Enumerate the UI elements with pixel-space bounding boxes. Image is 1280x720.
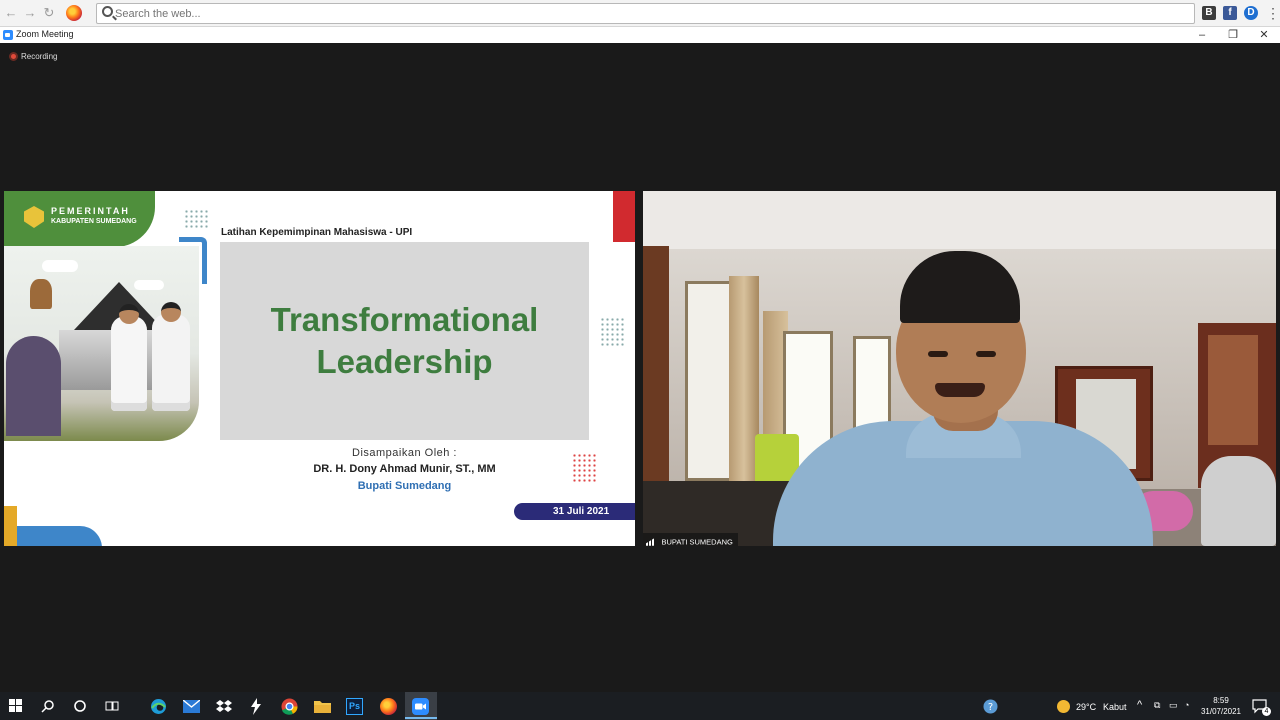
emblem-icon: [24, 206, 44, 228]
show-hidden-icons-chevron-icon[interactable]: ^: [1137, 699, 1142, 711]
photoshop-icon[interactable]: Ps: [346, 698, 363, 715]
decorative-blue-shape: [17, 526, 102, 546]
d-extension-icon[interactable]: D: [1244, 6, 1258, 20]
dropbox-icon[interactable]: [216, 699, 232, 714]
decorative-red-bar: [613, 191, 635, 242]
zoom-app-icon: [3, 30, 13, 40]
government-header: PEMERINTAH KABUPATEN SUMEDANG: [4, 191, 155, 247]
presented-by-label: Disampaikan Oleh :: [352, 447, 457, 459]
window-title: Zoom Meeting: [16, 29, 74, 39]
facebook-icon[interactable]: f: [1223, 6, 1237, 20]
back-arrow-icon[interactable]: ←: [4, 5, 18, 21]
participant-name-tag: BUPATI SUMEDANG: [643, 533, 738, 546]
decorative-dots: [184, 209, 210, 229]
slide-title-box: Transformational Leadership: [220, 242, 589, 440]
restore-icon[interactable]: ❐: [1226, 28, 1240, 42]
onedrive-icon[interactable]: ⧉: [1154, 700, 1160, 711]
clock-time: 8:59: [1213, 696, 1229, 705]
presenter-name: DR. H. Dony Ahmad Munir, ST., MM: [313, 463, 496, 475]
firefox-icon[interactable]: [66, 5, 82, 21]
search-icon: [102, 6, 113, 17]
weather-temp: 29°C: [1076, 702, 1097, 712]
zoom-title-bar: Zoom Meeting – ❐ ✕: [0, 27, 1280, 43]
recording-icon[interactable]: [9, 52, 18, 61]
recording-label: Recording: [21, 52, 58, 61]
close-icon[interactable]: ✕: [1257, 28, 1271, 42]
edge-icon[interactable]: [150, 698, 167, 715]
windows-start-icon[interactable]: [9, 699, 23, 713]
decorative-dots: [600, 317, 626, 347]
search-icon[interactable]: [41, 699, 55, 713]
weather-icon[interactable]: [1057, 700, 1070, 713]
search-input[interactable]: [115, 5, 1185, 22]
signal-strength-icon: [646, 537, 655, 546]
firefox-icon[interactable]: [380, 698, 397, 715]
cortana-icon[interactable]: [73, 699, 87, 713]
org-line2: KABUPATEN SUMEDANG: [51, 218, 137, 225]
system-clock[interactable]: 8:59 31/07/2021: [1197, 695, 1245, 717]
officials-photo: [4, 246, 199, 441]
weather-desc: Kabut: [1103, 702, 1127, 712]
bookmark-icon[interactable]: B: [1202, 6, 1216, 20]
minimize-icon[interactable]: –: [1195, 28, 1209, 42]
slide-date: 31 Juli 2021: [553, 506, 610, 517]
decorative-yellow-bar: [4, 506, 17, 546]
help-icon[interactable]: ?: [983, 699, 998, 714]
clock-date: 31/07/2021: [1200, 707, 1242, 716]
zoom-icon[interactable]: [412, 698, 429, 715]
search-bar[interactable]: [96, 3, 1195, 24]
notification-badge: 4: [1262, 707, 1271, 716]
mail-icon[interactable]: [183, 700, 200, 713]
svg-text:?: ?: [988, 702, 993, 713]
chrome-icon[interactable]: [281, 698, 298, 715]
forward-arrow-icon[interactable]: →: [23, 5, 37, 21]
participant-name: BUPATI SUMEDANG: [661, 537, 733, 547]
task-view-icon[interactable]: [105, 699, 119, 713]
slide-title-line1: Transformational: [270, 301, 539, 338]
org-line1: PEMERINTAH: [51, 206, 130, 216]
reload-icon[interactable]: ↻: [42, 5, 56, 21]
participant-video[interactable]: [643, 191, 1276, 546]
active-app-indicator: [405, 717, 437, 719]
slide-subtitle: Latihan Kepemimpinan Mahasiswa - UPI: [221, 227, 413, 238]
menu-kebab-icon[interactable]: ⋮: [1266, 5, 1280, 21]
wifi-icon[interactable]: ◔: [1184, 700, 1189, 710]
file-explorer-icon[interactable]: [314, 699, 331, 713]
lightning-app-icon[interactable]: [250, 698, 262, 715]
battery-icon[interactable]: ▭: [1169, 700, 1178, 711]
shared-screen-slide: PEMERINTAH KABUPATEN SUMEDANG Latihan Ke…: [4, 191, 635, 546]
browser-toolbar: ← → ↻ B f D ⋮: [0, 0, 1280, 27]
presenter-role: Bupati Sumedang: [357, 480, 452, 492]
slide-title-line2: Leadership: [316, 343, 493, 380]
